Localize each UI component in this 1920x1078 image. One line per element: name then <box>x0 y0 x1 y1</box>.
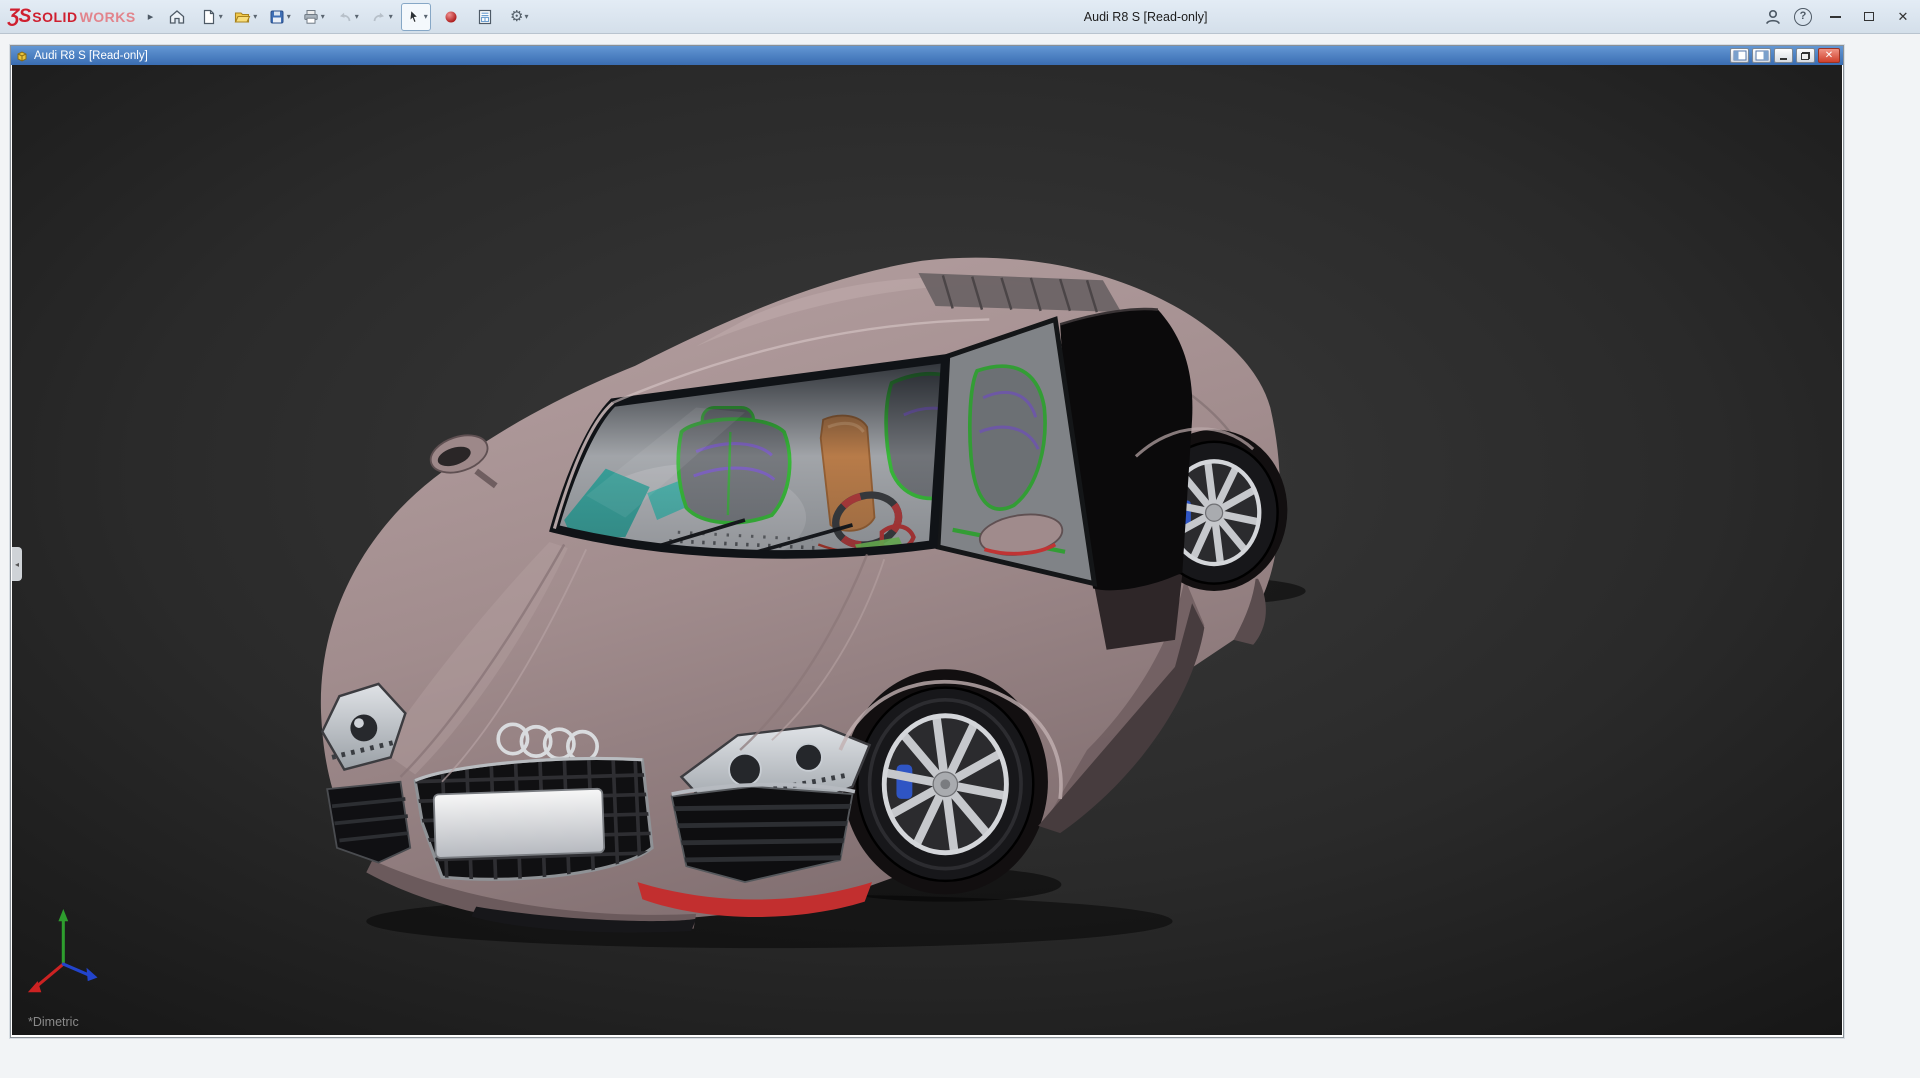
save-icon <box>268 8 286 26</box>
new-document-caret-icon[interactable]: ▾ <box>219 13 223 21</box>
home-button[interactable] <box>163 4 191 30</box>
document-minimize-button[interactable] <box>1774 48 1793 63</box>
account-button[interactable] <box>1758 4 1788 30</box>
document-window: Audi R8 S [Read-only] ✕ <box>10 45 1844 1038</box>
document-restore-button[interactable] <box>1796 48 1815 63</box>
save-button[interactable]: ▾ <box>265 4 293 30</box>
document-properties-button[interactable] <box>471 4 499 30</box>
pane-right-icon <box>1755 50 1769 61</box>
document-restore-icon <box>1801 52 1810 60</box>
open-caret-icon[interactable]: ▾ <box>253 13 257 21</box>
new-document-icon <box>200 8 218 26</box>
document-close-icon: ✕ <box>1825 51 1833 61</box>
help-icon: ? <box>1794 8 1812 26</box>
open-folder-icon <box>233 8 252 26</box>
solidworks-mark-icon: ƷS <box>8 6 30 28</box>
print-caret-icon[interactable]: ▾ <box>321 13 325 21</box>
undo-caret-icon[interactable]: ▾ <box>355 13 359 21</box>
redo-caret-icon[interactable]: ▾ <box>389 13 393 21</box>
maximize-icon <box>1864 12 1874 21</box>
document-properties-icon <box>476 8 494 26</box>
account-icon <box>1763 7 1783 27</box>
minimize-button[interactable] <box>1818 0 1852 34</box>
3d-scene[interactable] <box>12 65 1842 1035</box>
minimize-icon <box>1830 16 1841 18</box>
select-cursor-icon <box>405 8 423 26</box>
graphics-viewport[interactable]: ◂ *Dimetric <box>12 65 1842 1035</box>
select-caret-icon[interactable]: ▾ <box>424 13 428 21</box>
mouse-gestures-button[interactable] <box>437 4 465 30</box>
options-button[interactable]: ⚙ ▾ <box>505 4 533 30</box>
show-pane-right-button[interactable] <box>1752 48 1771 63</box>
print-button[interactable]: ▾ <box>299 4 327 30</box>
help-button[interactable]: ? <box>1788 4 1818 30</box>
undo-button[interactable]: ▾ <box>333 4 361 30</box>
redo-button[interactable]: ▾ <box>367 4 395 30</box>
close-icon: ✕ <box>1898 10 1909 23</box>
open-button[interactable]: ▾ <box>231 4 259 30</box>
document-close-button[interactable]: ✕ <box>1818 48 1840 63</box>
document-titlebar[interactable]: Audi R8 S [Read-only] ✕ <box>11 46 1843 65</box>
gear-icon: ⚙ <box>510 9 523 24</box>
menu-expand-arrow-icon[interactable]: ▸ <box>148 10 154 23</box>
pane-left-icon <box>1733 50 1747 61</box>
solidworks-logo: ƷS SOLIDWORKS <box>8 6 136 28</box>
quick-access-toolbar: ▾ ▾ ▾ ▾ <box>163 3 533 31</box>
titlebar-right-controls: ? ✕ <box>1758 0 1920 33</box>
show-pane-left-button[interactable] <box>1730 48 1749 63</box>
feature-manager-collapse-tab[interactable]: ◂ <box>12 547 22 581</box>
mouse-gestures-icon <box>443 9 459 25</box>
view-orientation-label: *Dimetric <box>28 1015 79 1029</box>
front-wheel <box>857 688 1033 881</box>
home-icon <box>168 8 186 26</box>
redo-icon <box>370 8 388 26</box>
undo-icon <box>336 8 354 26</box>
close-button[interactable]: ✕ <box>1886 0 1920 34</box>
select-tool-button[interactable]: ▾ <box>401 3 431 31</box>
collapse-arrow-icon: ◂ <box>15 560 19 569</box>
license-plate <box>434 789 605 858</box>
app-window-title: Audi R8 S [Read-only] <box>533 10 1758 24</box>
part-document-icon <box>15 49 29 63</box>
options-caret-icon[interactable]: ▾ <box>525 13 529 21</box>
document-title: Audi R8 S [Read-only] <box>34 50 1727 62</box>
print-icon <box>302 8 320 26</box>
maximize-button[interactable] <box>1852 0 1886 34</box>
new-document-button[interactable]: ▾ <box>197 4 225 30</box>
document-minimize-icon <box>1780 58 1787 60</box>
app-titlebar: ƷS SOLIDWORKS ▸ ▾ ▾ <box>0 0 1920 34</box>
save-caret-icon[interactable]: ▾ <box>287 13 291 21</box>
